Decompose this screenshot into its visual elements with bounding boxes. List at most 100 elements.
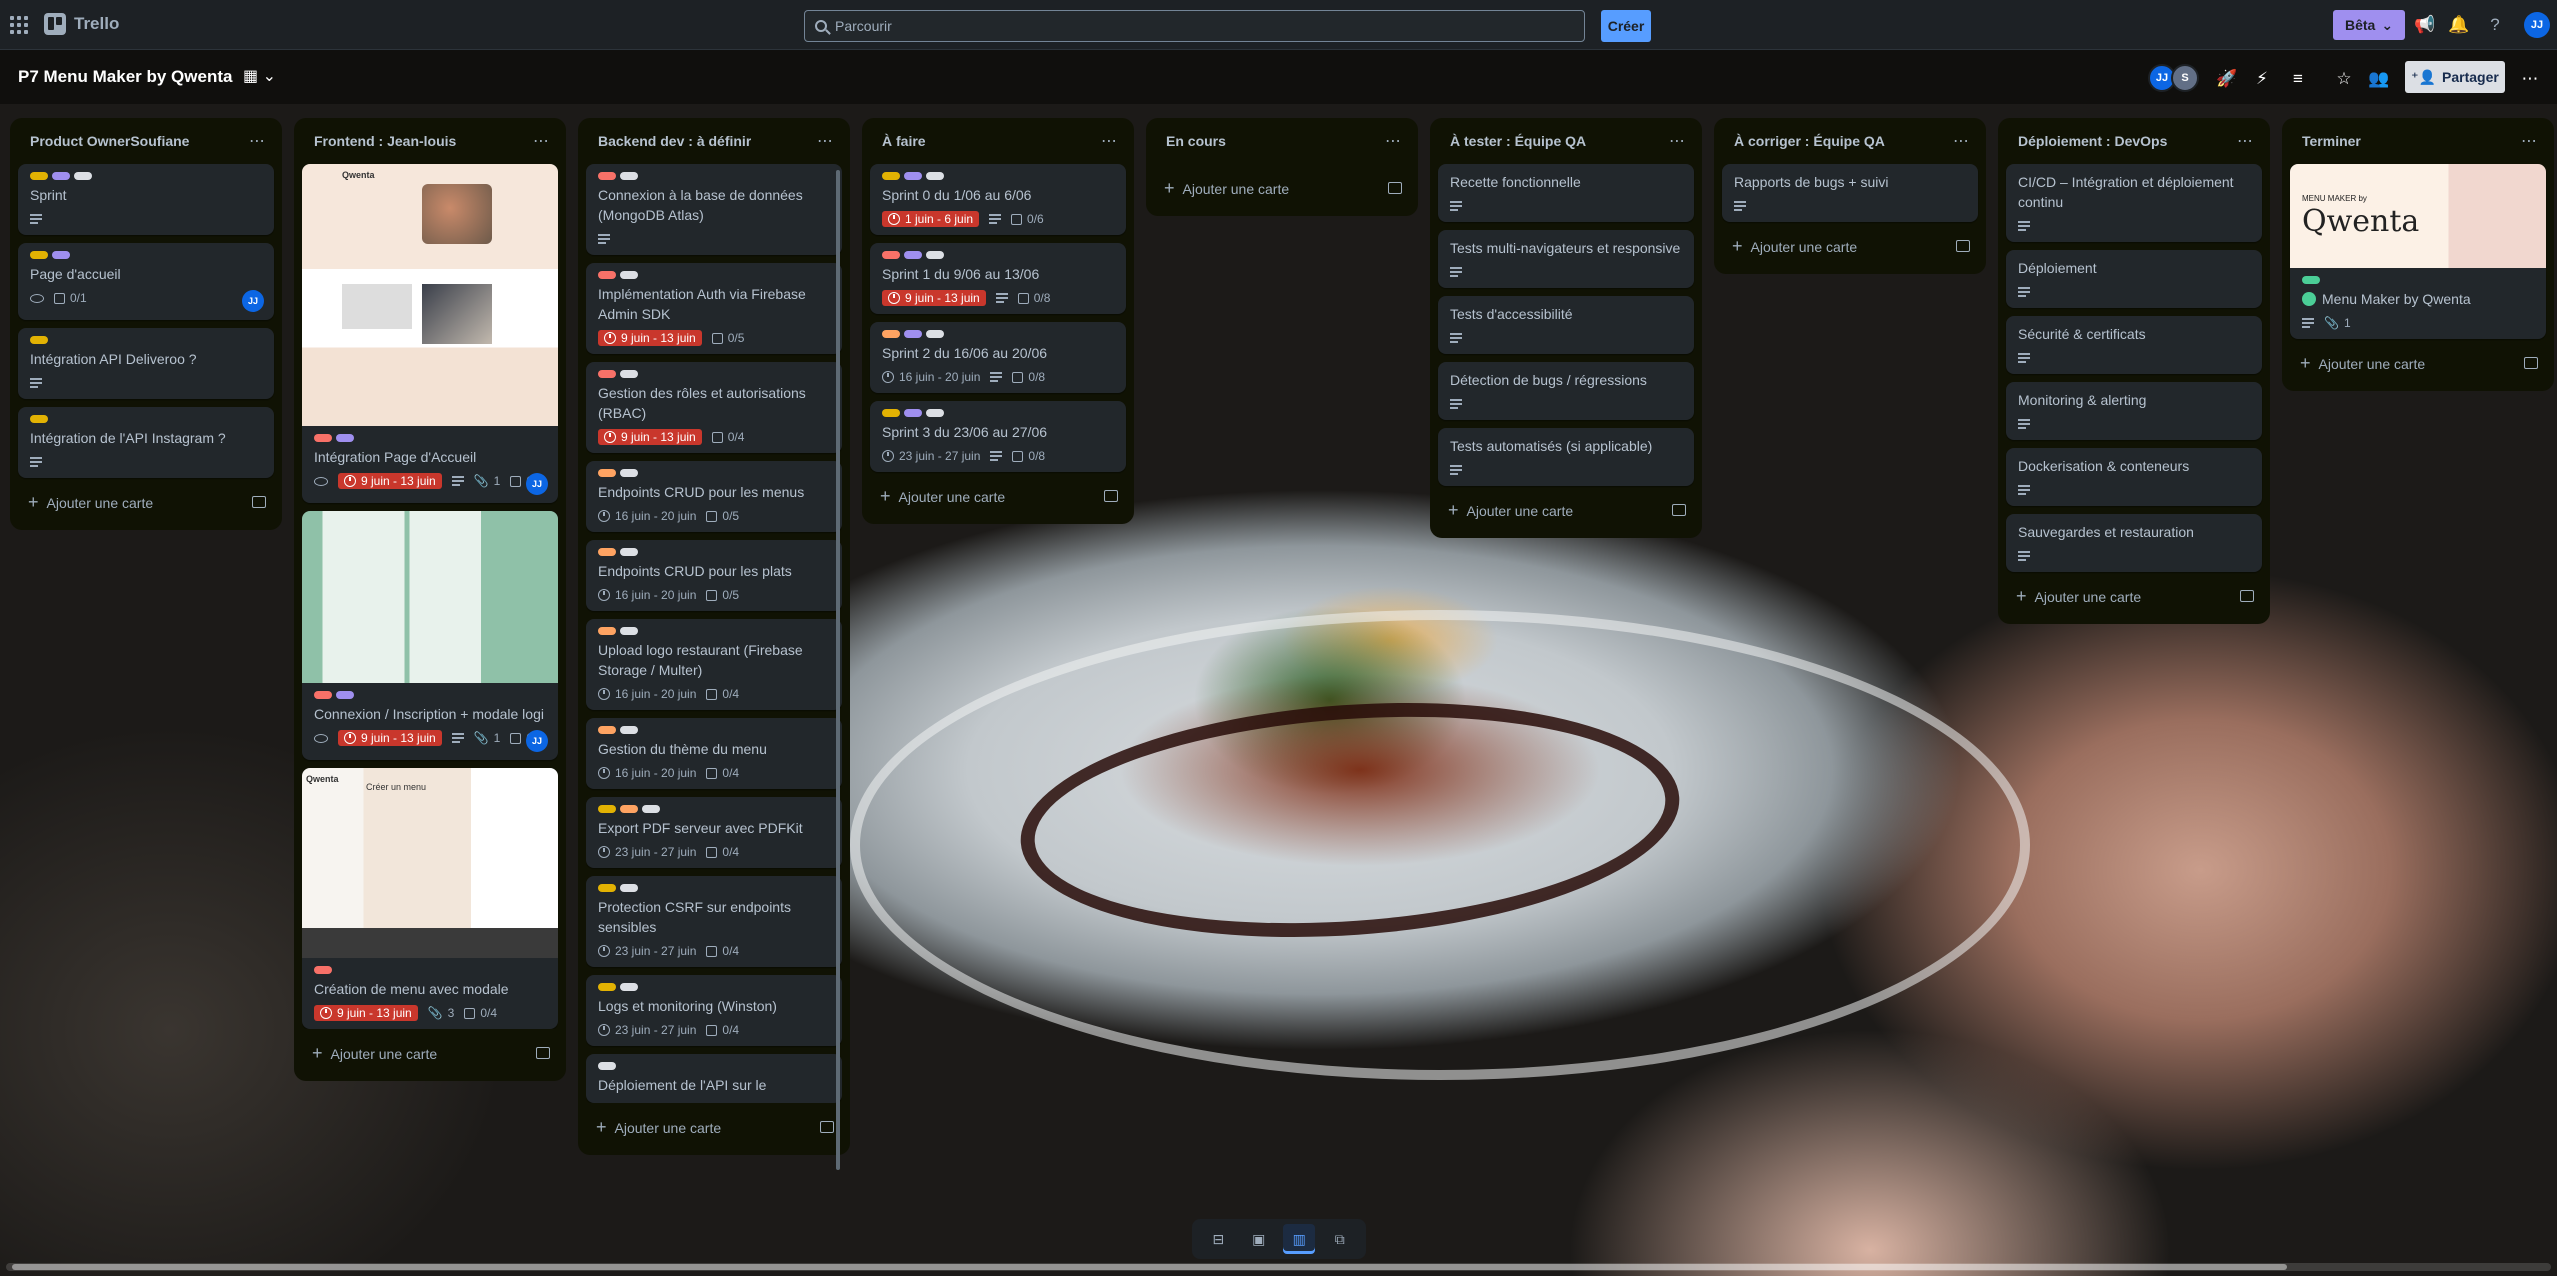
card-label[interactable] — [598, 805, 616, 813]
card-label[interactable] — [926, 330, 944, 338]
card-label[interactable] — [882, 172, 900, 180]
due-date-badge[interactable]: 23 juin - 27 juin — [882, 449, 980, 463]
list-card[interactable]: Implémentation Auth via Firebase Admin S… — [586, 263, 842, 354]
list-menu-icon[interactable]: ⋯ — [249, 131, 266, 151]
list-card[interactable]: Tests d'accessibilité — [1438, 296, 1694, 354]
list-header[interactable]: Frontend : Jean-louis ⋯ — [302, 118, 558, 164]
list-card[interactable]: Endpoints CRUD pour les menus 16 juin - 2… — [586, 461, 842, 532]
card-template-icon[interactable] — [2240, 590, 2254, 602]
list-header[interactable]: En cours ⋯ — [1154, 118, 1410, 164]
card-label[interactable] — [620, 726, 638, 734]
due-date-badge[interactable]: 9 juin - 13 juin — [338, 730, 442, 746]
card-label[interactable] — [52, 251, 70, 259]
card-template-icon[interactable] — [1104, 490, 1118, 502]
card-label[interactable] — [904, 330, 922, 338]
search-input[interactable] — [835, 18, 1535, 34]
list-card[interactable]: Upload logo restaurant (Firebase Storage… — [586, 619, 842, 710]
due-date-badge[interactable]: 9 juin - 13 juin — [882, 290, 986, 306]
list-card[interactable]: Protection CSRF sur endpoints sensibles 2… — [586, 876, 842, 967]
card-label[interactable] — [314, 691, 332, 699]
due-date-badge[interactable]: 9 juin - 13 juin — [598, 429, 702, 445]
list-card[interactable]: Déploiement de l'API sur le — [586, 1054, 842, 1103]
list-card[interactable]: Sprint 0 du 1/06 au 6/06 1 juin - 6 juin 0… — [870, 164, 1126, 235]
member-avatar[interactable]: S — [2171, 64, 2199, 92]
add-card-button[interactable]: + Ajouter une carte — [870, 476, 1126, 516]
list-card[interactable]: Intégration de l'API Instagram ? — [18, 407, 274, 478]
card-template-icon[interactable] — [1672, 504, 1686, 516]
visibility-icon[interactable]: 👥 — [2367, 64, 2391, 94]
list-menu-icon[interactable]: ⋯ — [1101, 131, 1118, 151]
list-menu-icon[interactable]: ⋯ — [1385, 131, 1402, 151]
more-options-icon[interactable]: ⋯ — [2518, 64, 2542, 94]
add-card-button[interactable]: + Ajouter une carte — [2006, 576, 2262, 616]
list-card[interactable]: Qwenta Intégration Page d'Accueil 9 juin -… — [302, 164, 558, 503]
list-card[interactable]: Monitoring & alerting — [2006, 382, 2262, 440]
card-label[interactable] — [598, 469, 616, 477]
card-label[interactable] — [30, 172, 48, 180]
card-label[interactable] — [598, 271, 616, 279]
card-label[interactable] — [904, 172, 922, 180]
card-label[interactable] — [926, 172, 944, 180]
card-member-avatar[interactable]: JJ — [526, 730, 548, 752]
card-label[interactable] — [642, 805, 660, 813]
card-label[interactable] — [598, 1062, 616, 1070]
due-date-badge[interactable]: 1 juin - 6 juin — [882, 211, 980, 227]
list-title[interactable]: En cours — [1166, 133, 1226, 149]
trello-logo[interactable]: Trello — [44, 13, 119, 35]
list-title[interactable]: Product OwnerSoufiane — [30, 133, 189, 149]
notifications-bell-icon[interactable]: 🔔 — [2448, 14, 2470, 36]
list-card[interactable]: Sprint 3 du 23/06 au 27/06 23 juin - 27 j… — [870, 401, 1126, 472]
card-label[interactable] — [314, 966, 332, 974]
due-date-badge[interactable]: 9 juin - 13 juin — [338, 473, 442, 489]
list-header[interactable]: À faire ⋯ — [870, 118, 1126, 164]
card-label[interactable] — [926, 409, 944, 417]
card-label[interactable] — [30, 251, 48, 259]
account-avatar[interactable]: JJ — [2524, 12, 2550, 38]
card-label[interactable] — [620, 548, 638, 556]
create-button[interactable]: Créer — [1601, 10, 1651, 42]
card-template-icon[interactable] — [252, 496, 266, 508]
list-card[interactable]: Endpoints CRUD pour les plats 16 juin - 2… — [586, 540, 842, 611]
board-view-icon[interactable]: ▥ — [1283, 1224, 1316, 1254]
card-template-icon[interactable] — [1956, 240, 1970, 252]
inbox-view-icon[interactable]: ⊟ — [1202, 1224, 1234, 1254]
list-header[interactable]: Terminer ⋯ — [2290, 118, 2546, 164]
help-icon[interactable]: ? — [2484, 14, 2506, 36]
card-label[interactable] — [620, 469, 638, 477]
card-label[interactable] — [620, 983, 638, 991]
card-member-avatar[interactable]: JJ — [242, 290, 264, 312]
list-scrollbar[interactable] — [836, 170, 840, 1170]
card-label[interactable] — [30, 415, 48, 423]
list-title[interactable]: À faire — [882, 133, 926, 149]
card-label[interactable] — [336, 434, 354, 442]
list-card[interactable]: MENU MAKER by Qwenta Menu Maker by Qwenta 📎… — [2290, 164, 2546, 339]
list-menu-icon[interactable]: ⋯ — [2521, 131, 2538, 151]
list-title[interactable]: Terminer — [2302, 133, 2361, 149]
card-label[interactable] — [598, 627, 616, 635]
board-view-switch-icon[interactable]: ▦ ⌄ — [243, 66, 276, 86]
card-label[interactable] — [598, 370, 616, 378]
add-card-button[interactable]: + Ajouter une carte — [1438, 490, 1694, 530]
list-card[interactable]: Tests automatisés (si applicable) — [1438, 428, 1694, 486]
card-label[interactable] — [620, 627, 638, 635]
list-card[interactable]: Sécurité & certificats — [2006, 316, 2262, 374]
list-card[interactable]: Sprint 1 du 9/06 au 13/06 9 juin - 13 jui… — [870, 243, 1126, 314]
list-title[interactable]: À corriger : Équipe QA — [1734, 133, 1885, 149]
scrollbar-thumb[interactable] — [12, 1264, 2287, 1270]
card-label[interactable] — [314, 434, 332, 442]
due-date-badge[interactable]: 23 juin - 27 juin — [598, 944, 696, 958]
power-ups-icon[interactable]: 🚀 — [2215, 64, 2239, 94]
card-label[interactable] — [620, 172, 638, 180]
planner-view-icon[interactable]: ▣ — [1243, 1224, 1275, 1254]
list-menu-icon[interactable]: ⋯ — [533, 131, 550, 151]
list-card[interactable]: Dockerisation & conteneurs — [2006, 448, 2262, 506]
list-card[interactable]: Tests multi-navigateurs et responsive — [1438, 230, 1694, 288]
list-header[interactable]: Backend dev : à définir ⋯ — [586, 118, 842, 164]
list-card[interactable]: Rapports de bugs + suivi — [1722, 164, 1978, 222]
list-card[interactable]: Connexion à la base de données (MongoDB … — [586, 164, 842, 255]
list-card[interactable]: Gestion des rôles et autorisations (RBAC… — [586, 362, 842, 453]
automation-icon[interactable]: ⚡ — [2250, 64, 2274, 94]
due-date-badge[interactable]: 16 juin - 20 juin — [882, 370, 980, 384]
share-button[interactable]: ⁺👤 Partager — [2405, 61, 2505, 93]
card-label[interactable] — [336, 691, 354, 699]
